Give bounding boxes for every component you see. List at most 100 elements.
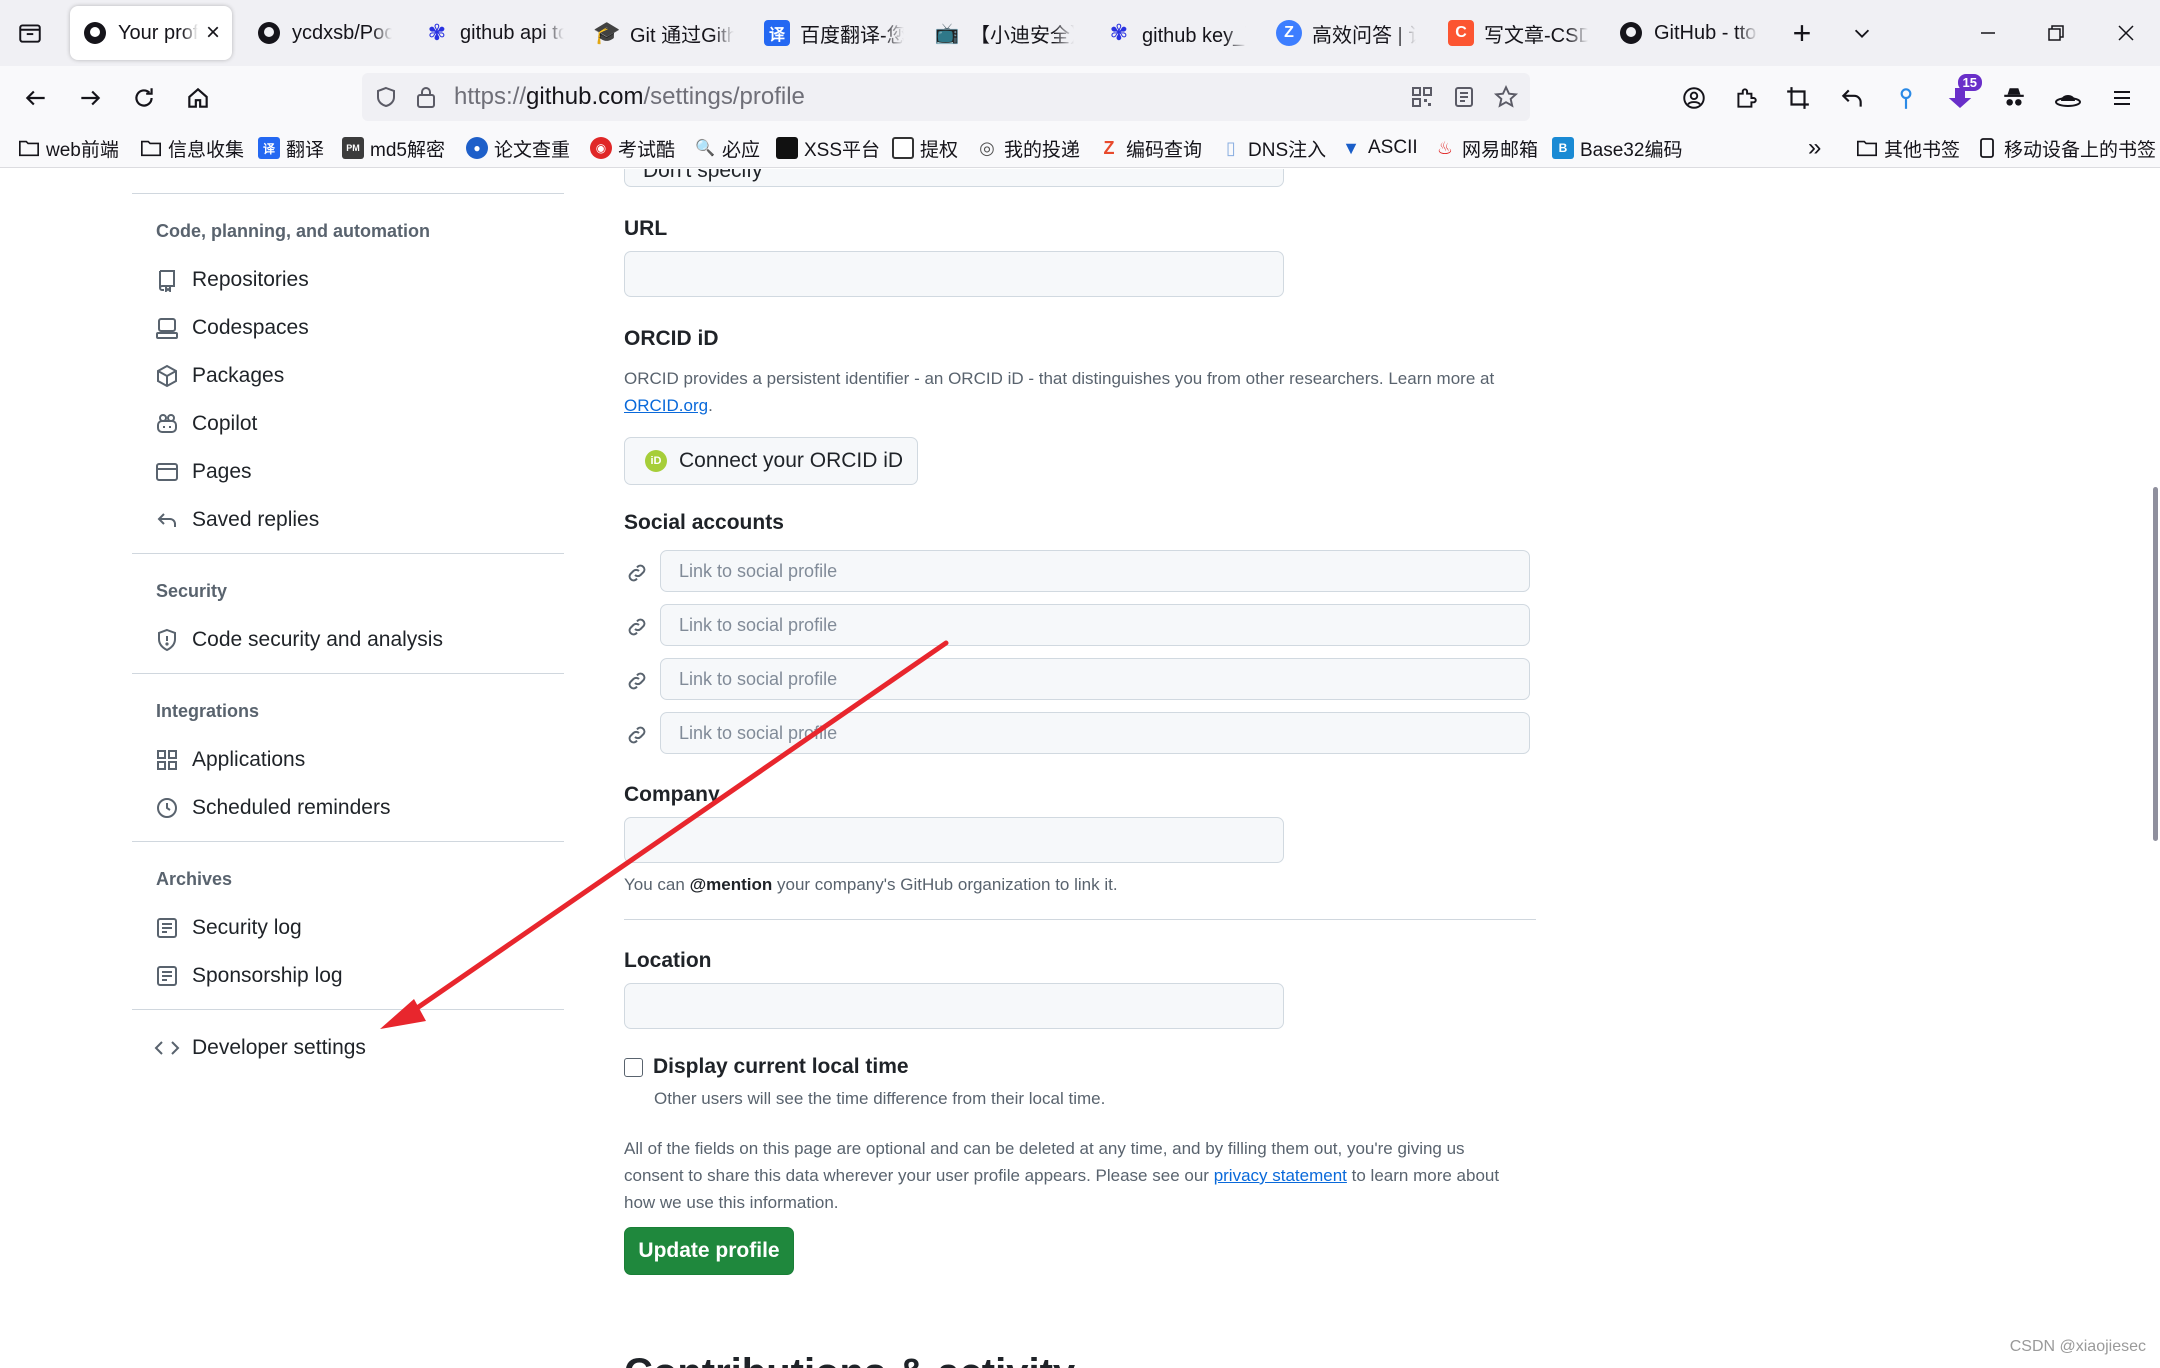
- baidu-icon: ✾: [427, 20, 447, 45]
- mobile-icon: [1976, 137, 1998, 159]
- extension-badge: 15: [1957, 74, 1982, 91]
- bilibili-icon: 📺: [934, 22, 960, 45]
- folder-icon: [1856, 137, 1878, 159]
- navigation-toolbar: https://github.com/settings/profile 15: [0, 66, 2160, 128]
- url-text: https://github.com/settings/profile: [454, 83, 805, 110]
- hat-icon[interactable]: [2046, 76, 2090, 120]
- github-icon: [1618, 20, 1644, 46]
- close-window-icon[interactable]: [2104, 12, 2148, 54]
- location-pin-icon[interactable]: [1884, 76, 1928, 120]
- bookmark-base32[interactable]: B Base32编码: [1552, 132, 1682, 164]
- github-icon: [82, 20, 108, 46]
- chevron-down-icon[interactable]: [1840, 12, 1884, 54]
- crop-icon[interactable]: [1776, 76, 1820, 120]
- eye-icon: ◉: [590, 137, 612, 159]
- bookmarks-toolbar: web前端 信息收集 译翻译 PM md5解密 ● 论文查重 ◉ 考试酷 🔍 必应 XS…: [0, 128, 2160, 168]
- tab-title: GitHub - ttonys: [1654, 21, 1758, 44]
- tab-title: github api token: [460, 21, 564, 44]
- bookmark-privilege[interactable]: 提权: [892, 132, 958, 164]
- bookmark-xss[interactable]: XSS平台: [776, 132, 880, 164]
- tab-pocorexp[interactable]: ycdxsb/PocOrExp: [244, 6, 404, 60]
- lock-icon[interactable]: [406, 77, 446, 117]
- bookmark-ascii[interactable]: ▼ ASCII: [1340, 132, 1418, 164]
- bookmark-dns[interactable]: ▯ DNS注入: [1220, 132, 1326, 164]
- baidu-icon: ✾: [1109, 20, 1129, 45]
- zhihu-icon: Z: [1276, 20, 1302, 46]
- bookmark-bing[interactable]: 🔍 必应: [694, 132, 760, 164]
- tab-github-api-token[interactable]: ✾ github api token: [412, 6, 576, 60]
- qr-code-icon[interactable]: [1402, 77, 1442, 117]
- tab-title: 百度翻译-您的: [800, 24, 904, 47]
- tab-bar: Your profile × ycdxsb/PocOrExp ✾ github …: [0, 0, 2160, 66]
- folder-icon: [18, 137, 40, 159]
- more-bookmarks-icon[interactable]: »: [1808, 132, 1821, 164]
- tab-title: github key_百度: [1142, 24, 1246, 47]
- bookmark-star-icon[interactable]: [1486, 77, 1526, 117]
- reload-icon[interactable]: [122, 76, 166, 120]
- spy-icon[interactable]: [1992, 76, 2036, 120]
- xss-icon: [776, 137, 798, 159]
- reader-view-icon[interactable]: [1444, 77, 1484, 117]
- paper-check-icon: ●: [466, 137, 488, 159]
- z-icon: Z: [1103, 137, 1115, 158]
- restore-icon[interactable]: [2034, 12, 2078, 54]
- tab-github-key[interactable]: ✾ github key_百度: [1094, 6, 1258, 60]
- translate-icon: 译: [258, 137, 280, 159]
- bookmark-encoding[interactable]: Z 编码查询: [1098, 132, 1203, 164]
- tab-your-profile[interactable]: Your profile ×: [70, 6, 232, 60]
- 163-icon: ♨: [1436, 137, 1454, 158]
- bookmark-paper-check[interactable]: ● 论文查重: [466, 132, 570, 164]
- pmd5-icon: PM: [342, 137, 364, 159]
- mortarboard-icon: 🎓: [593, 20, 621, 45]
- folder-icon: [140, 137, 162, 159]
- tab-title: Your profile: [118, 21, 198, 44]
- home-icon[interactable]: [176, 76, 220, 120]
- tab-title: 高效问答 | 让: [1312, 24, 1416, 47]
- extensions-puzzle-icon[interactable]: [1724, 76, 1768, 120]
- tracking-protection-shield-icon[interactable]: [366, 77, 406, 117]
- bookmark-folder-info[interactable]: 信息收集: [140, 132, 244, 164]
- bookmark-163-mail[interactable]: ♨ 网易邮箱: [1434, 132, 1538, 164]
- annotation-arrow: [380, 640, 949, 1029]
- back-arrow-icon[interactable]: [14, 76, 58, 120]
- fish-icon: ◎: [979, 137, 995, 158]
- bookmark-folder-web[interactable]: web前端: [18, 132, 119, 164]
- undo-icon[interactable]: [1830, 76, 1874, 120]
- bookmark-other[interactable]: 其他书签: [1856, 132, 1960, 164]
- bookmark-translate[interactable]: 译翻译: [258, 132, 324, 164]
- list-all-tabs-icon[interactable]: [8, 12, 52, 54]
- tab-title: ycdxsb/PocOrExp: [292, 21, 392, 44]
- address-bar[interactable]: https://github.com/settings/profile: [362, 73, 1530, 121]
- tab-title: 写文章-CSDN: [1484, 24, 1588, 47]
- tab-git-github[interactable]: 🎓 Git 通过Github: [582, 6, 746, 60]
- github-icon: [256, 20, 282, 46]
- github-settings-page: Code, planning, and automation Repositor…: [0, 169, 2160, 1368]
- document-icon: ▯: [1226, 137, 1236, 158]
- tab-csdn[interactable]: C 写文章-CSDN: [1436, 6, 1600, 60]
- b-icon: B: [1552, 137, 1574, 159]
- tab-qa[interactable]: Z 高效问答 | 让: [1264, 6, 1428, 60]
- minimize-icon[interactable]: [1966, 12, 2010, 54]
- tab-title: Git 通过Github: [630, 24, 734, 47]
- bookmark-kaoshiku[interactable]: ◉ 考试酷: [590, 132, 675, 164]
- ascii-icon: ▼: [1342, 137, 1360, 158]
- bookmark-md5[interactable]: PM md5解密: [342, 132, 445, 164]
- bookmark-my-applications[interactable]: ◎ 我的投递: [976, 132, 1080, 164]
- tab-github-ttonys[interactable]: GitHub - ttonys: [1606, 6, 1770, 60]
- forward-arrow-icon[interactable]: [68, 76, 112, 120]
- csdn-icon: C: [1448, 20, 1474, 46]
- account-icon[interactable]: [1672, 76, 1716, 120]
- download-badge-icon[interactable]: 15: [1938, 74, 1982, 120]
- scrollbar[interactable]: [2153, 487, 2158, 841]
- tab-baidu-translate[interactable]: 译 百度翻译-您的: [752, 6, 916, 60]
- translate-icon: 译: [764, 20, 790, 46]
- new-tab-icon[interactable]: +: [1780, 12, 1824, 54]
- bookmark-mobile[interactable]: 移动设备上的书签: [1976, 132, 2156, 164]
- grid-icon: [892, 137, 914, 159]
- watermark: CSDN @xiaojiesec: [2009, 1338, 2146, 1355]
- menu-hamburger-icon[interactable]: [2100, 76, 2144, 120]
- search-icon: 🔍: [695, 140, 715, 157]
- close-tab-icon[interactable]: ×: [206, 19, 220, 47]
- tab-title: 【小迪安全】: [970, 24, 1074, 47]
- tab-xiaodi-security[interactable]: 📺 【小迪安全】: [922, 6, 1086, 60]
